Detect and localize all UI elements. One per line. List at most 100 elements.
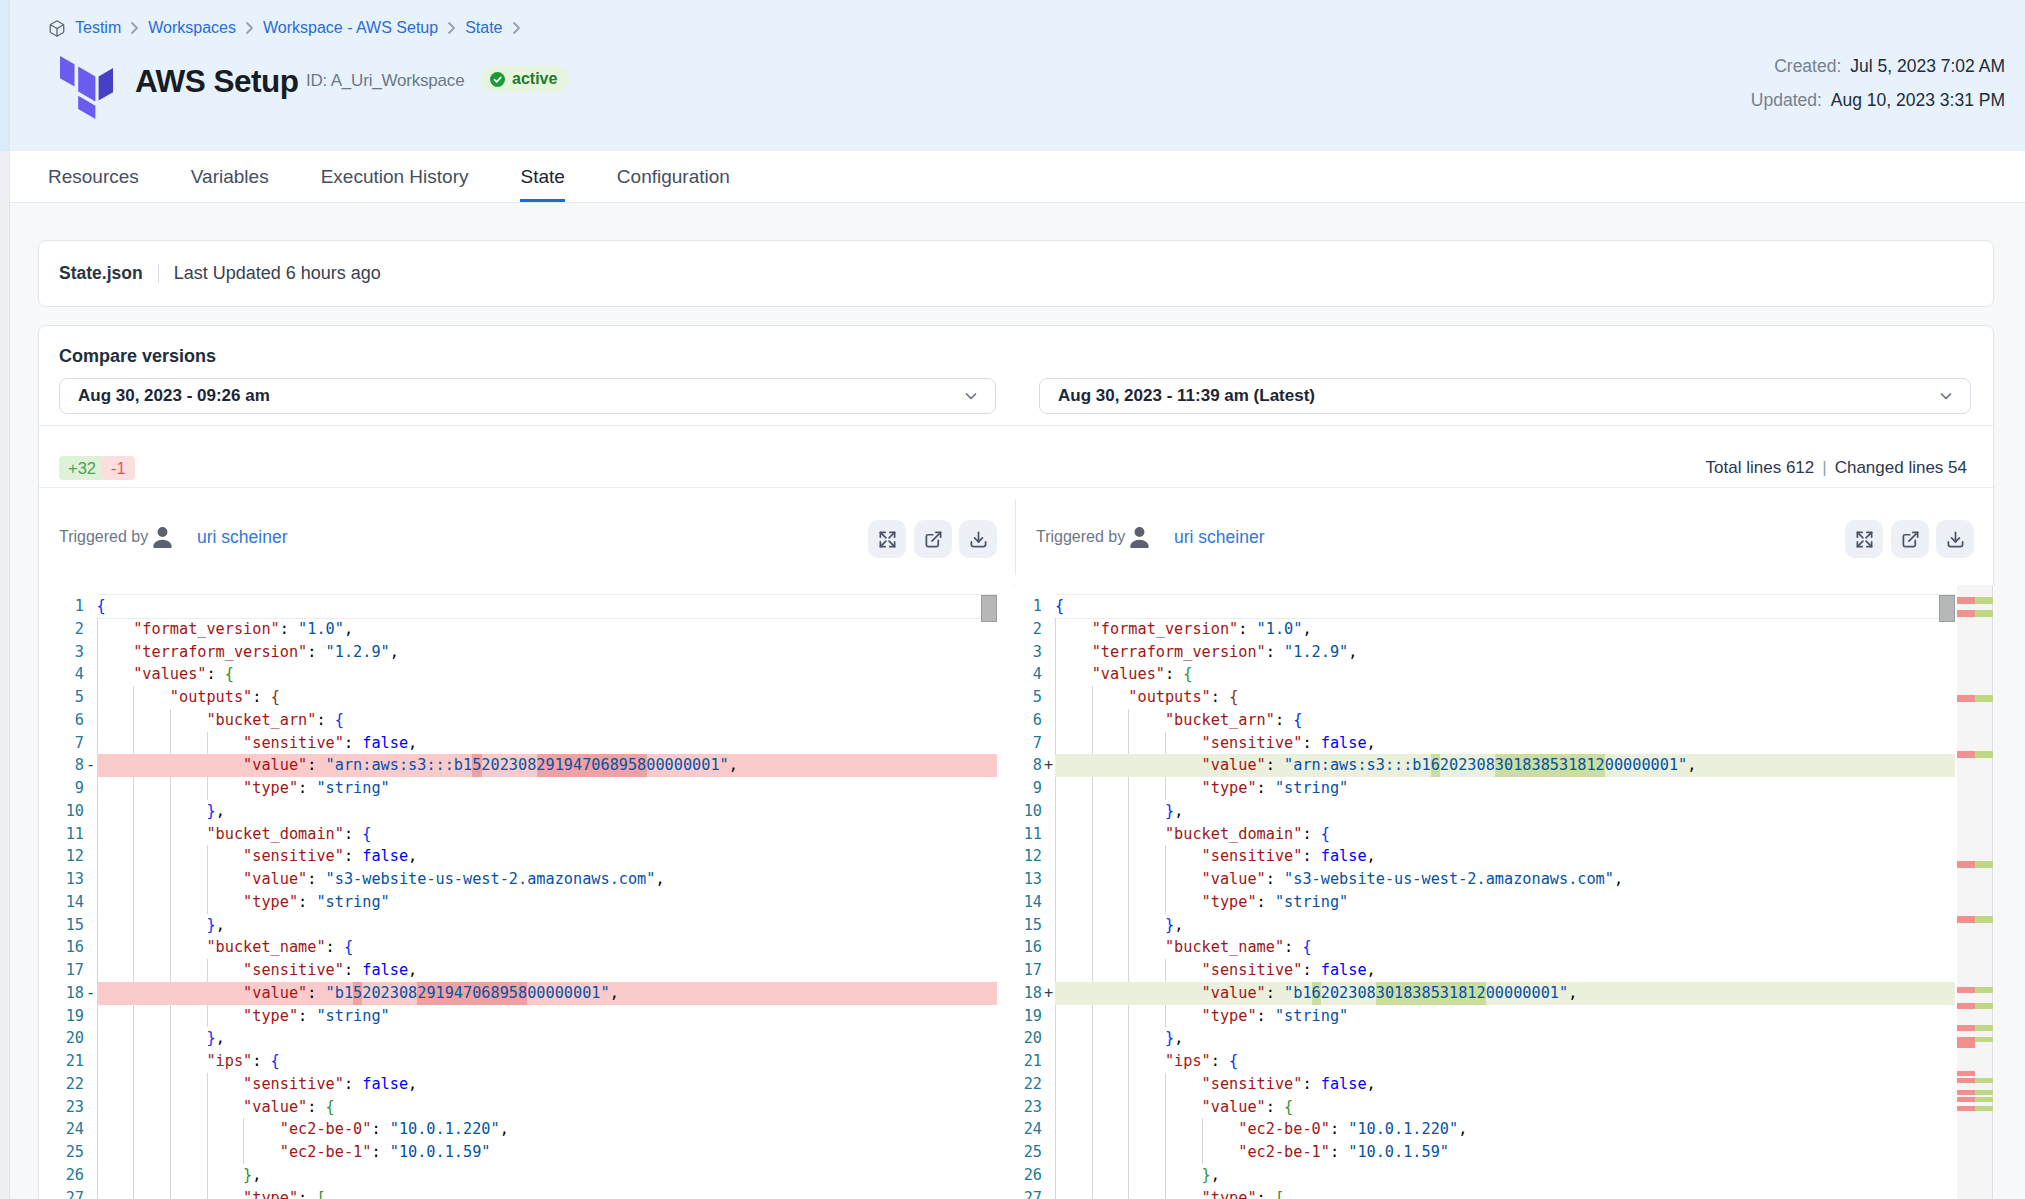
code-line: "format_version": "1.0",: [1055, 618, 1312, 641]
line-number: 9: [39, 777, 84, 800]
line-number: 23: [39, 1096, 84, 1119]
status-badge: active: [481, 66, 569, 92]
triggered-by-label-left: Triggered by: [59, 528, 148, 546]
line-number: 5: [1015, 686, 1042, 709]
line-number: 27: [39, 1187, 84, 1199]
ruler-removed-mark: [1957, 610, 1975, 617]
chevron-down-icon: [1938, 388, 1954, 404]
download-button-left[interactable]: [959, 520, 997, 558]
line-number: 17: [1015, 959, 1042, 982]
updated-value: Aug 10, 2023 3:31 PM: [1831, 90, 2005, 110]
state-file-last-updated: Last Updated 6 hours ago: [174, 263, 381, 284]
code-line: "sensitive": false,: [97, 959, 418, 982]
line-number: 8: [1015, 754, 1042, 777]
left-rail-body: [0, 151, 10, 1199]
tab-execution-history[interactable]: Execution History: [321, 151, 469, 202]
divider: [39, 487, 1995, 488]
line-number: 16: [1015, 936, 1042, 959]
editor-scrollbar[interactable]: [981, 595, 997, 622]
code-line: "terraform_version": "1.2.9",: [97, 641, 399, 664]
chevron-down-icon: [963, 388, 979, 404]
version-select-right-value: Aug 30, 2023 - 11:39 am (Latest): [1058, 386, 1938, 406]
ruler-added-mark: [1975, 1090, 1993, 1095]
line-number: 13: [39, 868, 84, 891]
tab-variables[interactable]: Variables: [191, 151, 269, 202]
tab-resources[interactable]: Resources: [48, 151, 139, 202]
triggered-by-user-left[interactable]: uri scheiner: [197, 527, 287, 548]
tab-state[interactable]: State: [520, 151, 564, 202]
ruler-removed-mark: [1957, 1078, 1975, 1083]
line-number: 11: [39, 823, 84, 846]
expand-button-left[interactable]: [868, 520, 906, 558]
code-line: "sensitive": false,: [1055, 732, 1376, 755]
open-external-button-left[interactable]: [914, 520, 952, 558]
code-line: "ec2-be-0": "10.0.1.220",: [1055, 1118, 1467, 1141]
version-select-left[interactable]: Aug 30, 2023 - 09:26 am: [59, 378, 996, 414]
code-line: "value": "arn:aws:s3:::b1520230829194706…: [97, 754, 738, 777]
line-number: 25: [39, 1141, 84, 1164]
code-line: "values": {: [97, 663, 234, 686]
breadcrumb-item-workspaces[interactable]: Workspaces: [148, 19, 236, 37]
code-line: "ec2-be-1": "10.0.1.59": [1055, 1141, 1449, 1164]
left-rail-header: [0, 0, 10, 151]
total-lines: Total lines 612: [1706, 458, 1815, 478]
line-number: 2: [39, 618, 84, 641]
ruler-removed-mark: [1957, 1037, 1975, 1048]
ruler-added-mark: [1975, 610, 1993, 617]
code-line: },: [97, 914, 225, 937]
open-external-button-right[interactable]: [1891, 520, 1929, 558]
tab-configuration[interactable]: Configuration: [617, 151, 730, 202]
code-line: },: [1055, 1164, 1220, 1187]
ruler-removed-mark: [1957, 1106, 1975, 1111]
ruler-added-mark: [1975, 695, 1993, 702]
ruler-added-mark: [1975, 1037, 1993, 1042]
editor-scrollbar[interactable]: [1939, 595, 1955, 622]
code-line: "type": [: [97, 1187, 326, 1199]
version-select-left-value: Aug 30, 2023 - 09:26 am: [78, 386, 963, 406]
code-line: "bucket_arn": {: [97, 709, 344, 732]
code-line: "sensitive": false,: [1055, 1073, 1376, 1096]
breadcrumb-item-workspace[interactable]: Workspace - AWS Setup: [263, 19, 438, 37]
line-number: 21: [1015, 1050, 1042, 1073]
code-line: "bucket_name": {: [1055, 936, 1312, 959]
ruler-added-mark: [1975, 751, 1993, 758]
line-number: 23: [1015, 1096, 1042, 1119]
diff-removed-sign: -: [86, 982, 95, 1005]
breadcrumb-item-state[interactable]: State: [465, 19, 502, 37]
chevron-right-icon: [245, 21, 254, 35]
code-line: "type": "string": [1055, 1005, 1348, 1028]
breadcrumb: Testim Workspaces Workspace - AWS Setup …: [48, 17, 521, 39]
line-number: 1: [39, 595, 84, 618]
line-number: 16: [39, 936, 84, 959]
diff-editor-original[interactable]: 1{2 "format_version": "1.0",3 "terraform…: [39, 585, 1014, 1199]
avatar-icon: [149, 524, 176, 551]
divider: |: [1822, 458, 1826, 478]
version-select-right[interactable]: Aug 30, 2023 - 11:39 am (Latest): [1039, 378, 1971, 414]
code-line: "sensitive": false,: [97, 732, 418, 755]
breadcrumb-item-org[interactable]: Testim: [75, 19, 121, 37]
ruler-removed-mark: [1957, 987, 1975, 993]
created-label: Created:: [1774, 56, 1841, 76]
ruler-removed-mark: [1957, 1003, 1975, 1009]
line-number: 22: [39, 1073, 84, 1096]
changed-lines: Changed lines 54: [1835, 458, 1967, 478]
code-line: "outputs": {: [97, 686, 280, 709]
download-button-right[interactable]: [1936, 520, 1974, 558]
line-number: 24: [1015, 1118, 1042, 1141]
workspace-id: ID: A_Uri_Workspace: [306, 71, 464, 91]
expand-button-right[interactable]: [1845, 520, 1883, 558]
line-number: 20: [1015, 1027, 1042, 1050]
line-number: 5: [39, 686, 84, 709]
ruler-removed-mark: [1957, 916, 1975, 923]
code-line: "value": "s3-website-us-west-2.amazonaws…: [97, 868, 665, 891]
code-line: "type": "string": [1055, 777, 1348, 800]
panel-divider: [1015, 499, 1016, 575]
code-line: {: [1055, 595, 1064, 618]
code-line: "ec2-be-1": "10.0.1.59": [97, 1141, 491, 1164]
chevron-right-icon: [447, 21, 456, 35]
triggered-by-user-right[interactable]: uri scheiner: [1174, 527, 1264, 548]
line-number: 27: [1015, 1187, 1042, 1199]
code-line: "ec2-be-0": "10.0.1.220",: [97, 1118, 509, 1141]
diff-editor-modified[interactable]: 1{2 "format_version": "1.0",3 "terraform…: [1015, 585, 1994, 1199]
line-number: 18: [1015, 982, 1042, 1005]
